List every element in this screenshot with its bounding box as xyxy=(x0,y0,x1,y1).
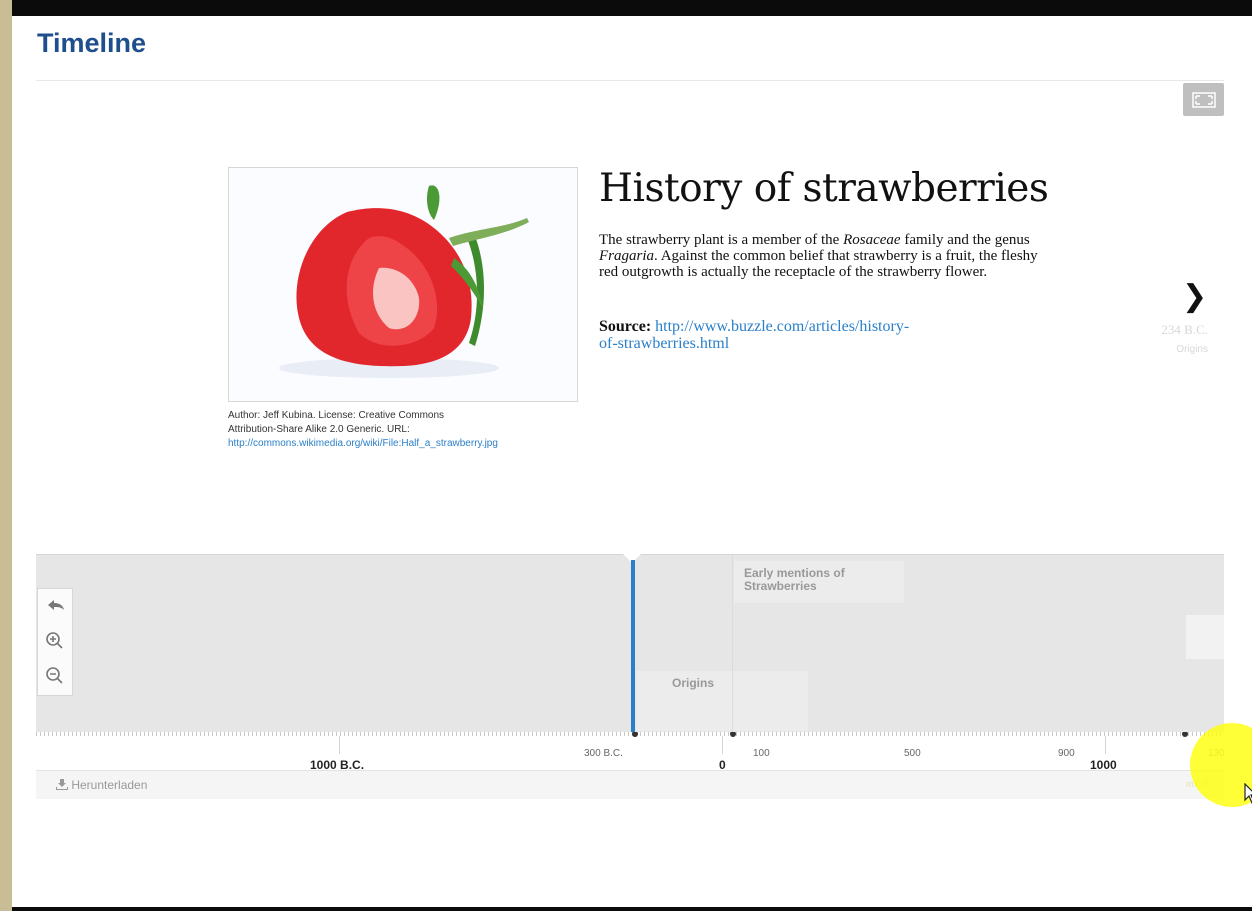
axis-label-minor: 900 xyxy=(1058,748,1075,759)
slide-headline: History of strawberries xyxy=(599,166,1049,211)
axis-label-minor: 500 xyxy=(904,748,921,759)
strawberry-picture xyxy=(279,185,529,378)
slide-source: Source: http://www.buzzle.com/articles/h… xyxy=(599,318,999,352)
axis-label-major: 0 xyxy=(719,758,726,770)
axis-ticks xyxy=(36,732,1224,736)
top-bar xyxy=(12,0,1252,16)
axis-event-dot xyxy=(1182,732,1188,737)
axis-gridline xyxy=(1105,736,1106,754)
bottom-bar xyxy=(12,907,1252,911)
event-origins[interactable]: Origins xyxy=(636,671,808,731)
zoom-out-button[interactable] xyxy=(38,659,72,693)
axis-gridline xyxy=(722,736,723,754)
timeline-navigator[interactable]: Early mentions of Strawberries Origins xyxy=(36,554,1224,733)
download-label: Herunterladen xyxy=(71,778,148,792)
credit-url-link[interactable]: http://commons.wikimedia.org/wiki/File:H… xyxy=(228,438,498,449)
timeline-page: Timeline Author: Jeff Kubina. License: C… xyxy=(12,16,1252,907)
fullscreen-icon xyxy=(1192,92,1216,108)
zoom-in-button[interactable] xyxy=(38,624,72,658)
body-italic-fragaria: Fragaria xyxy=(599,248,655,264)
source-label: Source: xyxy=(599,318,652,335)
back-arrow-icon xyxy=(48,600,64,610)
axis-event-dot xyxy=(730,732,736,737)
event-offscreen[interactable] xyxy=(1186,615,1224,659)
current-time-marker xyxy=(631,560,635,732)
mouse-cursor xyxy=(1244,782,1252,810)
axis-label-major: 1000 B.C. xyxy=(310,758,365,770)
next-slide-date[interactable]: 234 B.C. xyxy=(1148,322,1208,338)
fullscreen-button[interactable] xyxy=(1183,83,1224,116)
axis-gridline xyxy=(339,736,340,754)
timeline-footer: Herunterladen mX-P xyxy=(36,770,1224,799)
zoom-in-icon xyxy=(46,632,63,649)
source-url-line-2: of-strawberries.html xyxy=(599,335,730,352)
page-title: Timeline xyxy=(37,28,147,58)
slide-body: The strawberry plant is a member of the … xyxy=(599,232,1049,280)
era-divider xyxy=(732,555,733,733)
credit-line-2: Attribution-Share Alike 2.0 Generic. URL… xyxy=(228,424,410,435)
event-early-mentions[interactable]: Early mentions of Strawberries xyxy=(734,561,904,603)
axis-label-minor: 300 B.C. xyxy=(584,748,623,759)
download-icon xyxy=(56,779,68,790)
time-axis[interactable]: 1000 B.C. 0 1000 300 B.C. 100 500 900 13… xyxy=(36,732,1224,770)
back-button[interactable] xyxy=(38,589,72,623)
strawberry-image xyxy=(228,167,578,402)
body-text-3: . Against the common belief that strawbe… xyxy=(599,248,1038,280)
body-italic-rosaceae: Rosaceae xyxy=(843,232,901,248)
axis-label-major: 1000 xyxy=(1090,758,1117,770)
body-text-2: family and the genus xyxy=(900,232,1030,248)
zoom-controls xyxy=(37,588,73,696)
axis-label-minor: 100 xyxy=(753,748,770,759)
axis-event-dot xyxy=(632,732,638,737)
image-credit: Author: Jeff Kubina. License: Creative C… xyxy=(228,409,588,451)
body-text-1: The strawberry plant is a member of the xyxy=(599,232,844,248)
source-url-line-1: http://www.buzzle.com/articles/history- xyxy=(655,318,910,335)
download-link[interactable]: Herunterladen xyxy=(56,778,147,792)
credit-line-1: Author: Jeff Kubina. License: Creative C… xyxy=(228,410,445,421)
cursor-icon xyxy=(1244,782,1252,804)
next-slide-button[interactable]: ❯ xyxy=(1182,279,1207,314)
next-slide-label[interactable]: Origins xyxy=(1148,344,1208,355)
zoom-out-icon xyxy=(46,667,63,684)
